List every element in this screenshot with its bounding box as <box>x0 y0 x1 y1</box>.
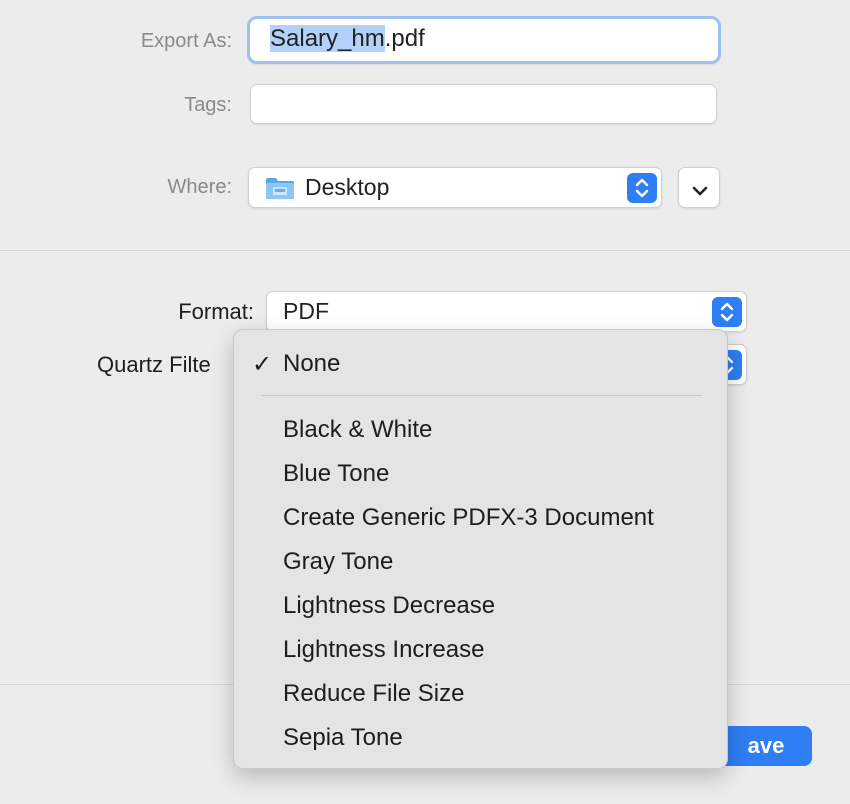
menu-item-sepia-tone[interactable]: Sepia Tone <box>283 724 403 752</box>
where-label: Where: <box>167 176 232 198</box>
menu-separator <box>262 395 702 396</box>
folder-icon <box>265 176 295 206</box>
menu-item-blue-tone[interactable]: Blue Tone <box>283 460 389 488</box>
menu-item-lightness-increase[interactable]: Lightness Increase <box>283 636 484 664</box>
where-value: Desktop <box>305 174 390 200</box>
menu-item-none[interactable]: None <box>283 350 340 378</box>
section-divider <box>0 250 850 251</box>
menu-item-create-generic-pdfx3[interactable]: Create Generic PDFX-3 Document <box>283 504 654 532</box>
filename-extension: .pdf <box>384 25 425 52</box>
export-dialog: Export As: Salary_hm.pdf Tags: Where: De… <box>0 0 850 804</box>
format-value: PDF <box>283 298 329 324</box>
chevron-down-icon <box>690 179 710 206</box>
menu-item-black-white[interactable]: Black & White <box>283 416 432 444</box>
quartz-filter-label: Quartz Filte <box>97 352 211 377</box>
filename-field[interactable]: Salary_hm.pdf <box>247 16 721 64</box>
save-button-label: ave <box>747 733 785 758</box>
format-popup[interactable]: PDF <box>266 291 747 332</box>
filename-selected-text: Salary_hm <box>270 25 385 52</box>
menu-item-gray-tone[interactable]: Gray Tone <box>283 548 393 576</box>
menu-item-reduce-file-size[interactable]: Reduce File Size <box>283 680 464 708</box>
format-label: Format: <box>178 299 254 324</box>
tags-label: Tags: <box>184 94 232 116</box>
expand-dialog-button[interactable] <box>678 167 720 208</box>
quartz-filter-menu: ✓ None Black & White Blue Tone Create Ge… <box>233 329 728 769</box>
tags-field[interactable] <box>250 84 717 124</box>
export-as-label: Export As: <box>140 30 232 52</box>
checkmark-icon: ✓ <box>252 351 273 378</box>
where-popup[interactable]: Desktop <box>248 167 662 208</box>
where-stepper-icon <box>627 172 657 203</box>
menu-item-lightness-decrease[interactable]: Lightness Decrease <box>283 592 495 620</box>
format-stepper-icon <box>712 296 742 327</box>
